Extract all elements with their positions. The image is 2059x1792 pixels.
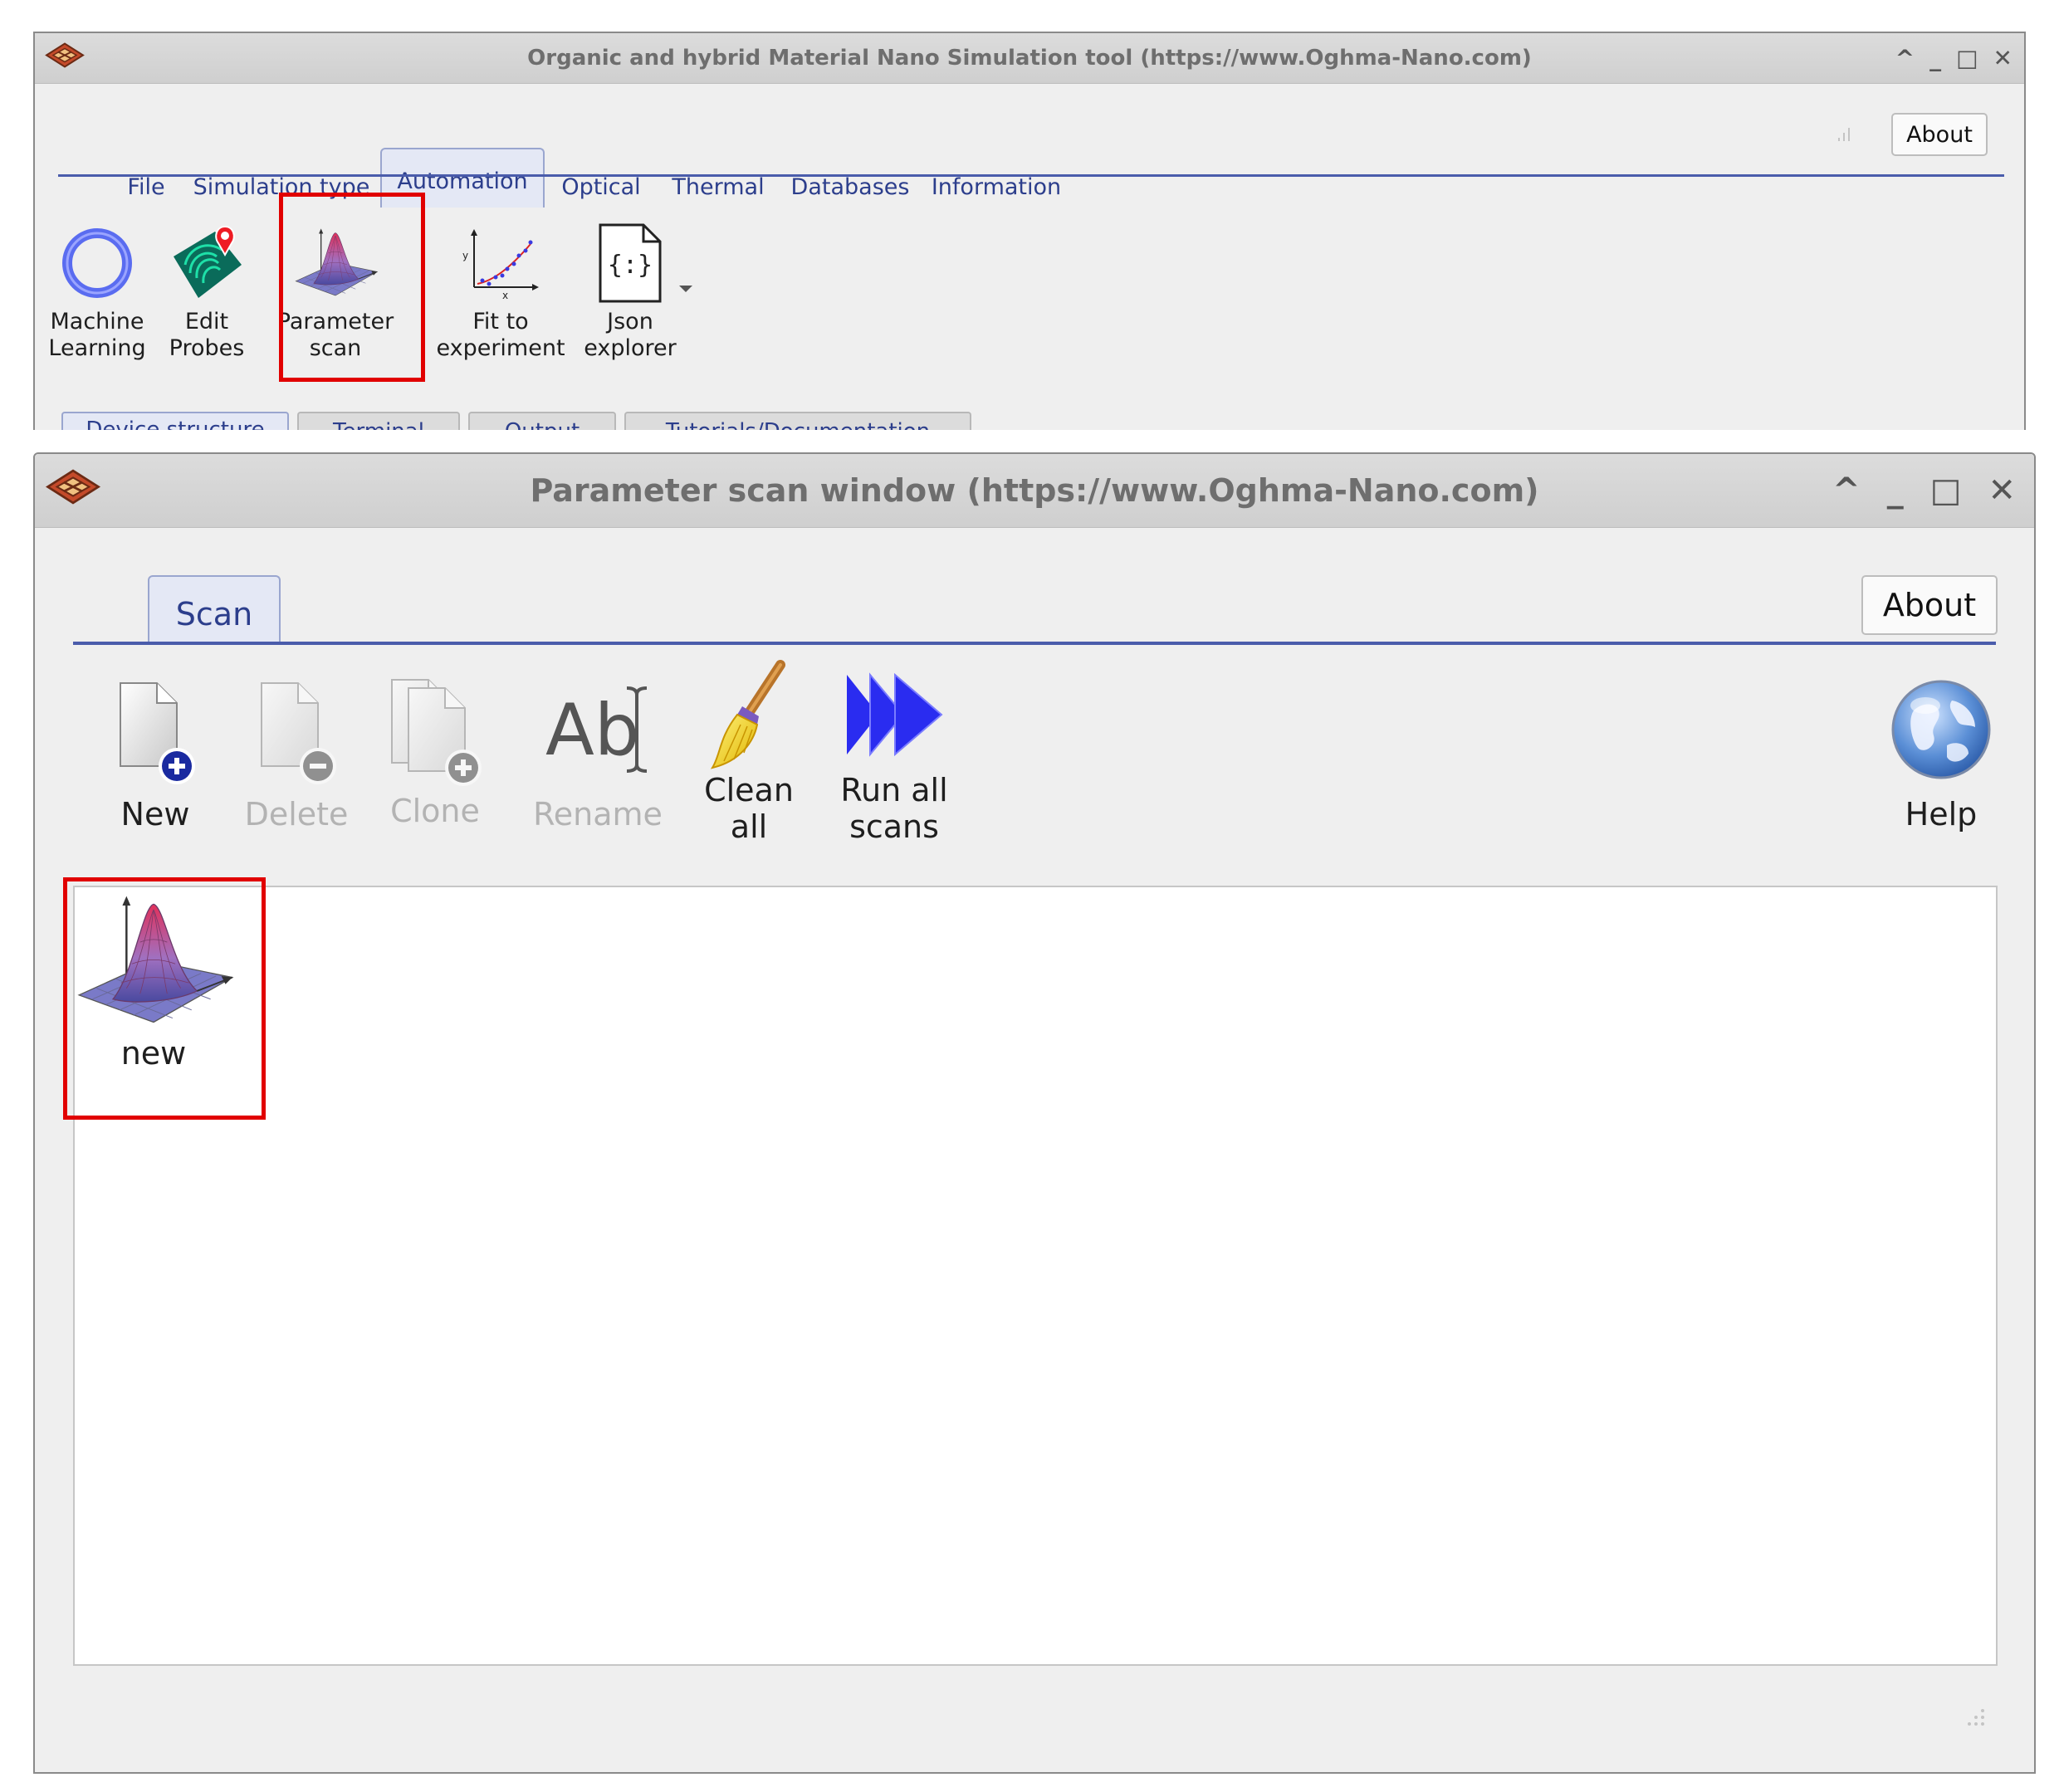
main-window: Organic and hybrid Material Nano Simulat… xyxy=(33,32,2026,430)
about-button[interactable]: About xyxy=(1891,113,1988,156)
edit-probes-label: Edit Probes xyxy=(169,309,245,362)
json-explorer-label: Json explorer xyxy=(584,309,677,362)
rename-icon: Ab xyxy=(544,671,652,788)
resize-grip-icon xyxy=(1832,123,1854,148)
app-logo-icon xyxy=(43,41,86,76)
tab-scan[interactable]: Scan xyxy=(148,575,281,645)
fingerprint-probe-icon xyxy=(165,217,248,309)
main-tab-underline xyxy=(58,174,2004,177)
close-button[interactable]: ✕ xyxy=(1993,45,2013,72)
scan-about-button[interactable]: About xyxy=(1861,575,1998,635)
main-window-title: Organic and hybrid Material Nano Simulat… xyxy=(527,46,1532,71)
delete-label: Delete xyxy=(244,796,349,833)
scan-app-logo-icon xyxy=(43,466,103,515)
machine-learning-label: Machine Learning xyxy=(48,309,146,362)
globe-icon xyxy=(1889,671,1993,788)
scan-collapse-button[interactable]: ^ xyxy=(1832,471,1861,510)
tab-file[interactable]: File xyxy=(110,158,183,208)
scan-maximize-button[interactable]: □ xyxy=(1930,471,1962,510)
tab-optical[interactable]: Optical xyxy=(545,158,658,208)
svg-text:{:}: {:} xyxy=(608,251,653,280)
tab-information[interactable]: Information xyxy=(922,158,1071,208)
help-button[interactable]: Help xyxy=(1883,671,1999,834)
json-explorer-button[interactable]: {:} Json explorer xyxy=(568,217,692,363)
fit-to-experiment-label: Fit to experiment xyxy=(436,309,565,362)
main-tabbar: File Simulation type Automation Optical … xyxy=(110,115,1071,208)
edit-probes-button[interactable]: Edit Probes xyxy=(153,217,261,363)
new-file-icon xyxy=(115,671,195,788)
scan-titlebar: Parameter scan window (https://www.Oghma… xyxy=(35,454,2034,528)
collapse-button[interactable]: ^ xyxy=(1895,45,1915,72)
svg-text:Ab: Ab xyxy=(545,689,639,772)
new-label: New xyxy=(120,796,190,833)
main-titlebar: Organic and hybrid Material Nano Simulat… xyxy=(35,33,2024,84)
help-label: Help xyxy=(1905,796,1978,833)
scan-list-area[interactable] xyxy=(73,886,1998,1666)
new-scan-button[interactable]: New xyxy=(93,671,218,834)
tab-output[interactable]: Output xyxy=(468,412,616,430)
parameter-scan-highlight xyxy=(279,193,425,382)
run-all-scans-label: Run all scans xyxy=(840,772,948,845)
broom-icon xyxy=(699,657,799,773)
tab-terminal[interactable]: Terminal xyxy=(297,412,460,430)
ring-icon xyxy=(59,217,135,309)
scan-item-highlight xyxy=(63,877,266,1120)
delete-file-icon xyxy=(257,671,336,788)
minimize-button[interactable]: _ xyxy=(1929,45,1941,72)
fast-forward-icon xyxy=(845,657,943,773)
run-all-scans-button[interactable]: Run all scans xyxy=(814,657,975,845)
svg-text:y: y xyxy=(462,250,468,261)
machine-learning-button[interactable]: Machine Learning xyxy=(43,217,151,363)
json-file-icon: {:} xyxy=(595,217,665,309)
tab-databases[interactable]: Databases xyxy=(779,158,922,208)
maximize-button[interactable]: □ xyxy=(1956,45,1978,72)
scan-window-title: Parameter scan window (https://www.Oghma… xyxy=(530,472,1539,509)
clone-scan-button[interactable]: Clone xyxy=(367,671,503,831)
svg-text:x: x xyxy=(502,290,508,300)
rename-label: Rename xyxy=(533,796,663,833)
rename-scan-button[interactable]: Ab Rename xyxy=(505,671,691,834)
delete-scan-button[interactable]: Delete xyxy=(227,671,365,834)
resize-grip-icon[interactable] xyxy=(1958,1699,1988,1732)
clone-file-icon xyxy=(387,671,483,788)
tab-thermal[interactable]: Thermal xyxy=(658,158,779,208)
clone-label: Clone xyxy=(390,793,480,829)
chevron-down-icon[interactable] xyxy=(677,282,694,298)
scan-window: Parameter scan window (https://www.Oghma… xyxy=(33,452,2036,1774)
scan-minimize-button[interactable]: _ xyxy=(1887,471,1904,510)
fit-plot-icon: y x xyxy=(461,217,540,309)
fit-to-experiment-button[interactable]: y x Fit to experiment xyxy=(435,217,566,363)
scan-close-button[interactable]: ✕ xyxy=(1988,471,2016,510)
tab-device-structure[interactable]: Device structure xyxy=(61,412,289,430)
scan-tab-underline xyxy=(73,642,1996,645)
clean-all-button[interactable]: Clean all xyxy=(677,657,820,845)
clean-all-label: Clean all xyxy=(704,772,794,845)
tab-tutorials-documentation[interactable]: Tutorials/Documentation xyxy=(624,412,971,430)
